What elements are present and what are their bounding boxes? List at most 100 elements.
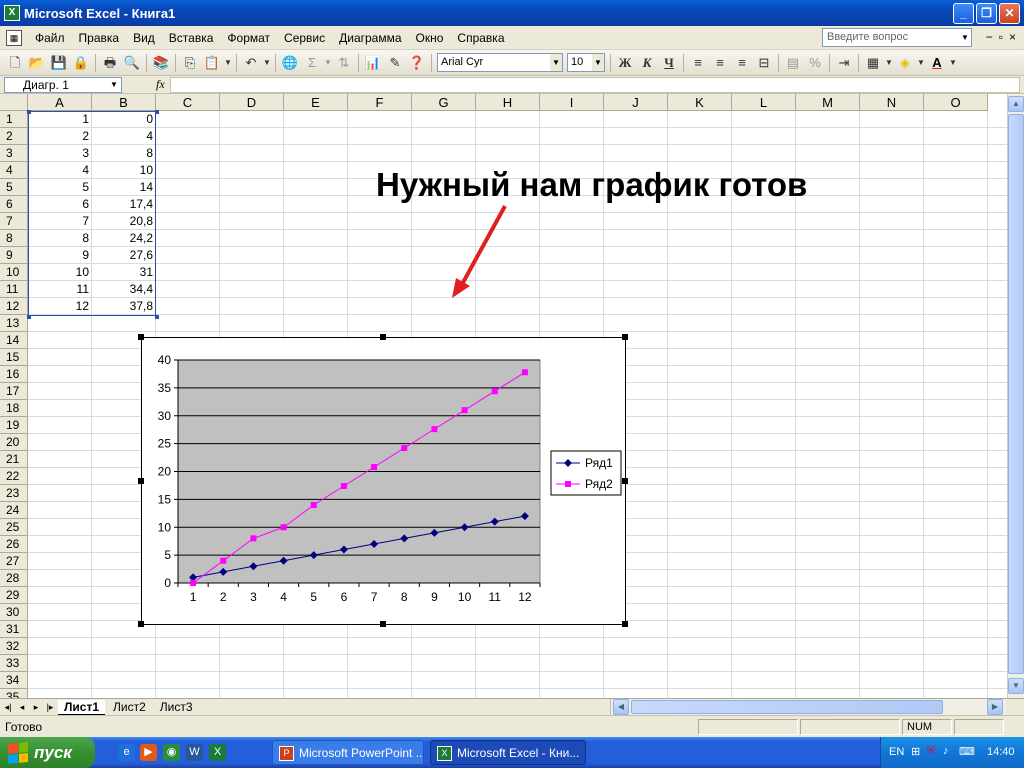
- scroll-right-button[interactable]: ▶: [987, 699, 1003, 715]
- row-header-26[interactable]: 26: [0, 536, 28, 553]
- cell-B2[interactable]: 4: [92, 128, 156, 145]
- column-header-C[interactable]: C: [156, 94, 220, 111]
- percent-button[interactable]: %: [805, 53, 825, 73]
- cell-A9[interactable]: 9: [28, 247, 92, 264]
- formula-input[interactable]: [170, 77, 1020, 93]
- row-header-24[interactable]: 24: [0, 502, 28, 519]
- row-header-4[interactable]: 4: [0, 162, 28, 179]
- next-sheet-button[interactable]: ▸: [30, 702, 42, 713]
- row-header-23[interactable]: 23: [0, 485, 28, 502]
- row-header-2[interactable]: 2: [0, 128, 28, 145]
- row-header-27[interactable]: 27: [0, 553, 28, 570]
- row-header-17[interactable]: 17: [0, 383, 28, 400]
- cell-A4[interactable]: 4: [28, 162, 92, 179]
- column-header-L[interactable]: L: [732, 94, 796, 111]
- doc-minimize-button[interactable]: −: [986, 30, 993, 44]
- resize-handle[interactable]: [138, 478, 144, 484]
- row-header-35[interactable]: 35: [0, 689, 28, 698]
- cell-B6[interactable]: 17,4: [92, 196, 156, 213]
- row-header-14[interactable]: 14: [0, 332, 28, 349]
- new-document-icon[interactable]: 🗋: [5, 53, 25, 73]
- bold-button[interactable]: Ж: [615, 53, 635, 73]
- fill-color-icon[interactable]: ◈: [895, 53, 915, 73]
- row-header-25[interactable]: 25: [0, 519, 28, 536]
- print-icon[interactable]: 🖶: [100, 53, 120, 73]
- undo-icon[interactable]: ↶: [241, 53, 261, 73]
- row-header-8[interactable]: 8: [0, 230, 28, 247]
- column-header-M[interactable]: M: [796, 94, 860, 111]
- row-header-15[interactable]: 15: [0, 349, 28, 366]
- menu-format[interactable]: Формат: [220, 31, 277, 45]
- cell-A10[interactable]: 10: [28, 264, 92, 281]
- font-color-button[interactable]: A: [927, 53, 947, 73]
- vertical-scrollbar[interactable]: ▲ ▼: [1007, 94, 1024, 698]
- chevron-down-icon[interactable]: ▼: [324, 53, 332, 73]
- chevron-down-icon[interactable]: ▼: [224, 53, 232, 73]
- help-question-input[interactable]: Введите вопрос ▼: [822, 28, 972, 47]
- language-indicator[interactable]: EN: [889, 746, 904, 758]
- indent-icon[interactable]: ⇥: [834, 53, 854, 73]
- cell-B9[interactable]: 27,6: [92, 247, 156, 264]
- name-box[interactable]: Диагр. 1 ▼: [4, 76, 122, 93]
- open-folder-icon[interactable]: 📂: [27, 53, 47, 73]
- ie-icon[interactable]: e: [118, 744, 135, 761]
- row-header-7[interactable]: 7: [0, 213, 28, 230]
- first-sheet-button[interactable]: ◂|: [2, 702, 14, 713]
- currency-icon[interactable]: ▤: [783, 53, 803, 73]
- row-header-19[interactable]: 19: [0, 417, 28, 434]
- row-header-22[interactable]: 22: [0, 468, 28, 485]
- last-sheet-button[interactable]: |▸: [44, 702, 56, 713]
- row-header-6[interactable]: 6: [0, 196, 28, 213]
- cell-A11[interactable]: 11: [28, 281, 92, 298]
- column-header-I[interactable]: I: [540, 94, 604, 111]
- row-header-30[interactable]: 30: [0, 604, 28, 621]
- column-header-H[interactable]: H: [476, 94, 540, 111]
- autosum-icon[interactable]: Σ: [302, 53, 322, 73]
- row-header-20[interactable]: 20: [0, 434, 28, 451]
- chevron-down-icon[interactable]: ▼: [263, 53, 271, 73]
- align-center-icon[interactable]: ≡: [710, 53, 730, 73]
- chevron-down-icon[interactable]: ▼: [885, 53, 893, 73]
- row-header-1[interactable]: 1: [0, 111, 28, 128]
- row-header-12[interactable]: 12: [0, 298, 28, 315]
- menu-insert[interactable]: Вставка: [162, 31, 221, 45]
- row-header-33[interactable]: 33: [0, 655, 28, 672]
- doc-close-button[interactable]: ×: [1009, 30, 1016, 44]
- menu-view[interactable]: Вид: [126, 31, 162, 45]
- column-header-K[interactable]: K: [668, 94, 732, 111]
- chevron-down-icon[interactable]: ▼: [592, 54, 604, 71]
- cell-B8[interactable]: 24,2: [92, 230, 156, 247]
- chrome-icon[interactable]: ◉: [163, 744, 180, 761]
- align-right-icon[interactable]: ≡: [732, 53, 752, 73]
- resize-handle[interactable]: [138, 334, 144, 340]
- sheet-tab-1[interactable]: Лист1: [58, 699, 106, 715]
- font-size-select[interactable]: 10 ▼: [567, 53, 605, 72]
- column-header-E[interactable]: E: [284, 94, 348, 111]
- row-header-11[interactable]: 11: [0, 281, 28, 298]
- column-header-D[interactable]: D: [220, 94, 284, 111]
- minimize-button[interactable]: _: [953, 3, 974, 24]
- scroll-down-button[interactable]: ▼: [1008, 678, 1024, 694]
- word-icon[interactable]: W: [186, 744, 203, 761]
- cell-B4[interactable]: 10: [92, 162, 156, 179]
- network-icon[interactable]: ⊞: [911, 745, 920, 758]
- drawing-icon[interactable]: ✎: [385, 53, 405, 73]
- cell-A6[interactable]: 6: [28, 196, 92, 213]
- column-header-A[interactable]: A: [28, 94, 92, 111]
- menu-tools[interactable]: Сервис: [277, 31, 332, 45]
- print-preview-icon[interactable]: 🔍: [122, 53, 142, 73]
- resize-handle[interactable]: [138, 621, 144, 627]
- prev-sheet-button[interactable]: ◂: [16, 702, 28, 713]
- underline-button[interactable]: Ч: [659, 53, 679, 73]
- row-header-5[interactable]: 5: [0, 179, 28, 196]
- hyperlink-icon[interactable]: 🌐: [280, 53, 300, 73]
- row-header-9[interactable]: 9: [0, 247, 28, 264]
- cell-A7[interactable]: 7: [28, 213, 92, 230]
- chevron-down-icon[interactable]: ▼: [107, 78, 121, 92]
- column-header-O[interactable]: O: [924, 94, 988, 111]
- row-header-34[interactable]: 34: [0, 672, 28, 689]
- security-icon[interactable]: ⛨: [927, 745, 935, 758]
- chevron-down-icon[interactable]: ▼: [949, 53, 957, 73]
- excel-icon[interactable]: X: [209, 744, 226, 761]
- column-header-J[interactable]: J: [604, 94, 668, 111]
